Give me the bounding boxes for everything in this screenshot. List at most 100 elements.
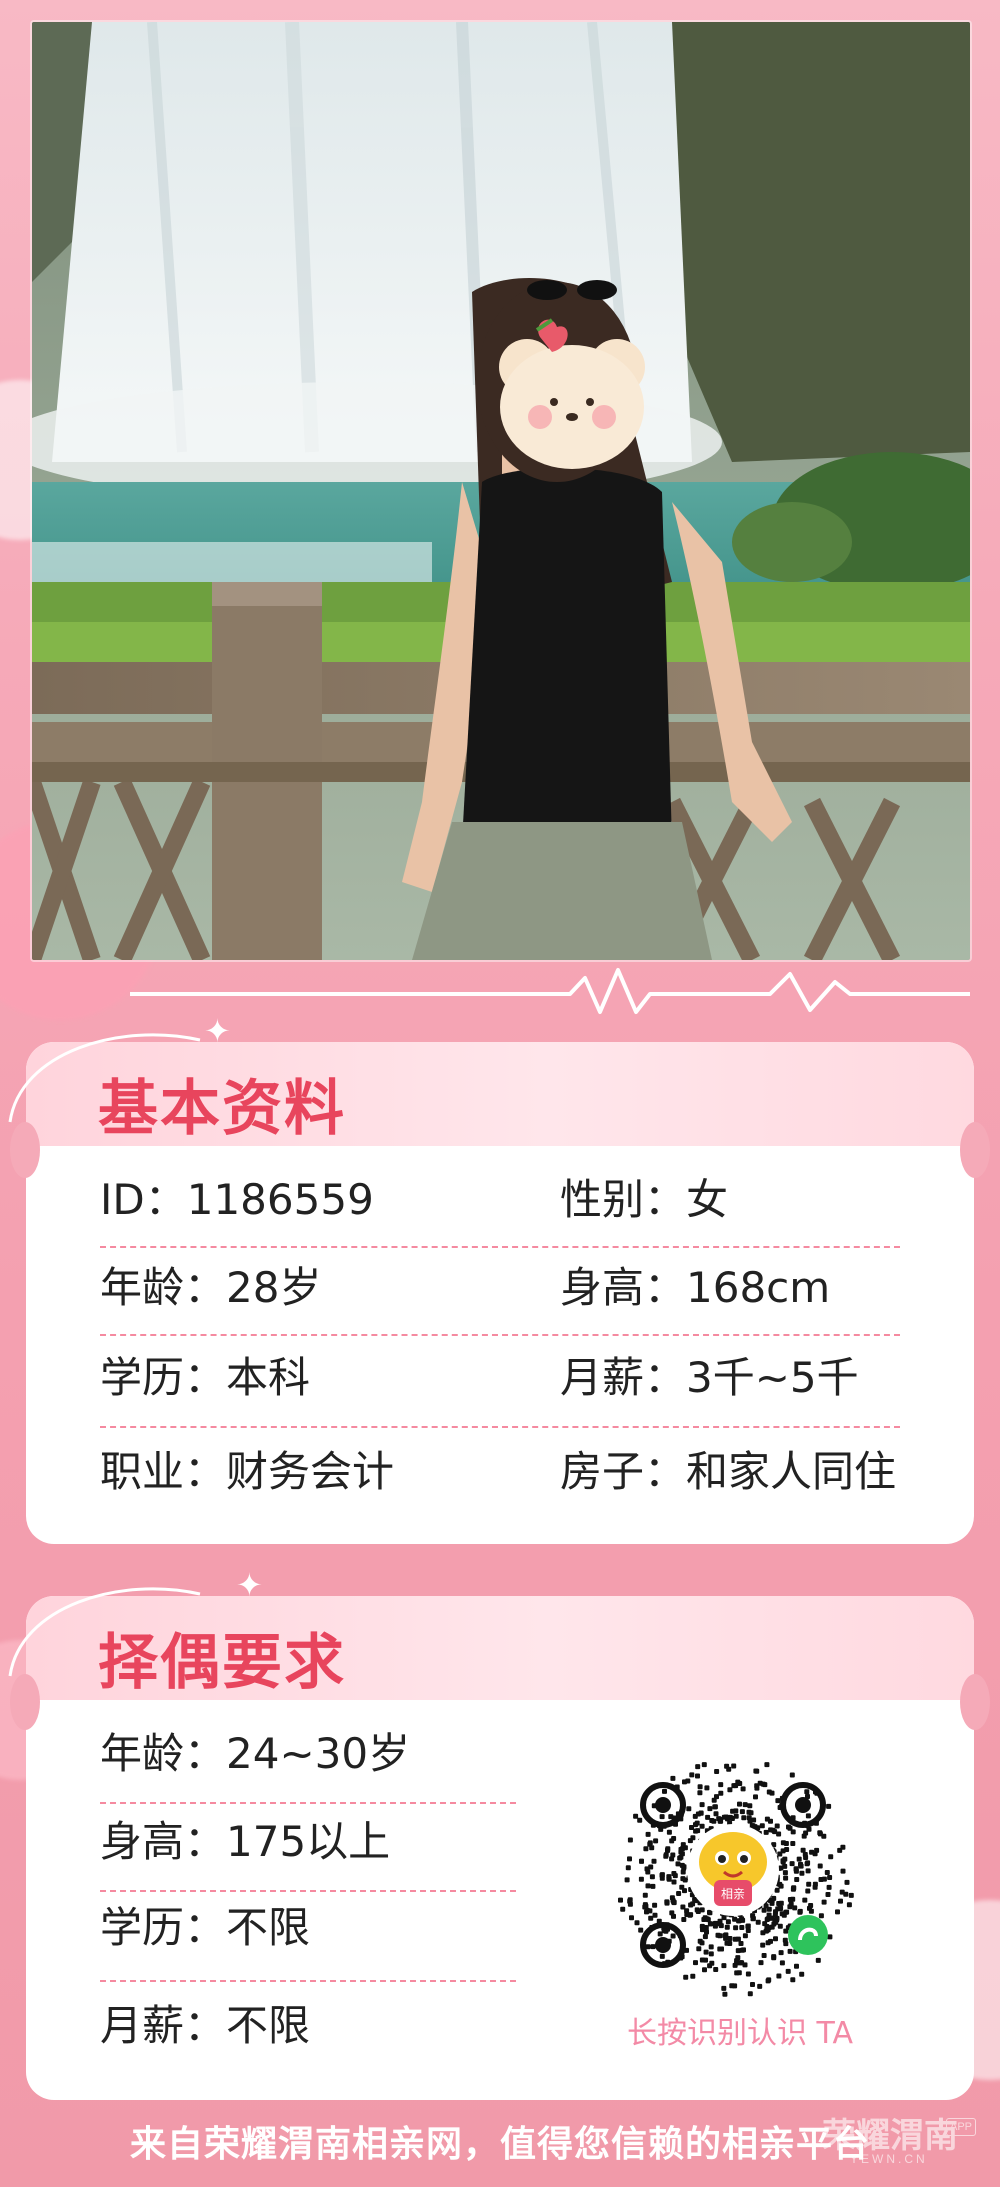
req-education: 学历：不限 (100, 1903, 311, 1952)
qr-module (760, 1942, 766, 1948)
qr-module (715, 1932, 721, 1938)
qr-module (770, 1827, 776, 1833)
qr-module (760, 1781, 766, 1787)
qr-module (745, 1923, 751, 1929)
qr-module (787, 1904, 793, 1910)
qr-module (782, 1870, 788, 1876)
qr-module (805, 1868, 811, 1874)
qr-module (653, 1838, 659, 1844)
qr-module (783, 1875, 789, 1881)
qr-module (722, 1991, 728, 1997)
qr-module (741, 1947, 746, 1953)
qr-module (755, 1825, 761, 1831)
qr-module (824, 1870, 830, 1875)
qr-module (651, 1858, 657, 1864)
qr-module (821, 1876, 827, 1882)
qr-module (837, 1847, 843, 1853)
qr-module (675, 1861, 681, 1867)
qr-module (802, 1897, 808, 1903)
qr-module (746, 1815, 752, 1821)
qr-module (670, 1897, 676, 1903)
qr-module (734, 1958, 740, 1964)
qr-code[interactable]: 相亲 (608, 1750, 858, 2000)
qr-module (689, 1772, 695, 1778)
qr-module (678, 1849, 684, 1855)
qr-module (634, 1920, 640, 1926)
qr-module (694, 1820, 700, 1826)
qr-module (670, 1933, 676, 1939)
field-education: 学历：本科 (100, 1353, 311, 1402)
qr-module (639, 1858, 644, 1864)
qr-module (763, 1903, 769, 1909)
qr-module (680, 1904, 686, 1910)
qr-module (848, 1892, 854, 1898)
qr-module (779, 1960, 785, 1966)
qr-module (701, 1762, 707, 1768)
qr-module (817, 1863, 823, 1869)
field-salary: 月薪：3千~5千 (560, 1353, 859, 1402)
qr-module (627, 1856, 632, 1862)
qr-module (780, 1848, 786, 1854)
qr-module (711, 1818, 717, 1824)
qr-module (644, 1866, 650, 1872)
qr-module (790, 1829, 796, 1835)
qr-module (769, 1900, 775, 1906)
req-age: 年龄：24~30岁 (100, 1729, 411, 1778)
qr-module (729, 1983, 735, 1989)
qr-module (782, 1863, 788, 1869)
qr-module (707, 1806, 713, 1812)
qr-module (618, 1897, 623, 1903)
qr-module (771, 1955, 777, 1961)
qr-module (670, 1852, 676, 1858)
qr-module (736, 1970, 742, 1976)
qr-module (750, 1982, 755, 1987)
qr-module (815, 1957, 821, 1963)
qr-module (757, 1983, 763, 1989)
qr-module (846, 1902, 852, 1908)
qr-module (773, 1919, 779, 1925)
qr-module (796, 1856, 802, 1862)
qr-module (647, 1908, 653, 1914)
qr-module (826, 1884, 832, 1890)
qr-module (789, 1861, 795, 1867)
qr-module (695, 1764, 701, 1770)
qr-module (790, 1896, 796, 1902)
qr-module (647, 1840, 653, 1846)
field-gender: 性别：女 (560, 1175, 729, 1224)
qr-module (750, 1916, 756, 1921)
qr-module (649, 1845, 655, 1851)
qr-module (790, 1841, 796, 1846)
qr-module (697, 1790, 703, 1796)
qr-module (787, 1948, 793, 1954)
qr-module (707, 1910, 713, 1916)
qr-module (828, 1854, 834, 1860)
qr-module (684, 1912, 690, 1917)
qr-module (844, 1879, 850, 1885)
req-salary: 月薪：不限 (100, 2001, 311, 2050)
qr-module (714, 1769, 720, 1774)
qr-module (799, 1870, 805, 1876)
qr-module (669, 1910, 675, 1916)
qr-module (764, 1816, 770, 1822)
qr-module (760, 1930, 766, 1936)
qr-module (754, 1785, 760, 1791)
qr-module (783, 1841, 789, 1846)
qr-module (780, 1859, 786, 1865)
qr-module (700, 1925, 706, 1931)
qr-module (694, 1907, 700, 1913)
qr-module (717, 1816, 723, 1822)
qr-module (648, 1915, 654, 1921)
qr-module (709, 1960, 715, 1966)
qr-module (699, 1957, 705, 1963)
qr-module (758, 1960, 764, 1966)
qr-module (745, 1971, 751, 1977)
qr-module (659, 1814, 665, 1820)
qr-module (825, 1892, 831, 1897)
qr-module (708, 1944, 714, 1950)
qr-module (805, 1888, 811, 1894)
qr-module (773, 1936, 778, 1942)
qr-module (679, 1884, 685, 1890)
qr-module (776, 1973, 782, 1979)
decorative-arc (8, 1587, 201, 1677)
qr-module (695, 1811, 701, 1817)
